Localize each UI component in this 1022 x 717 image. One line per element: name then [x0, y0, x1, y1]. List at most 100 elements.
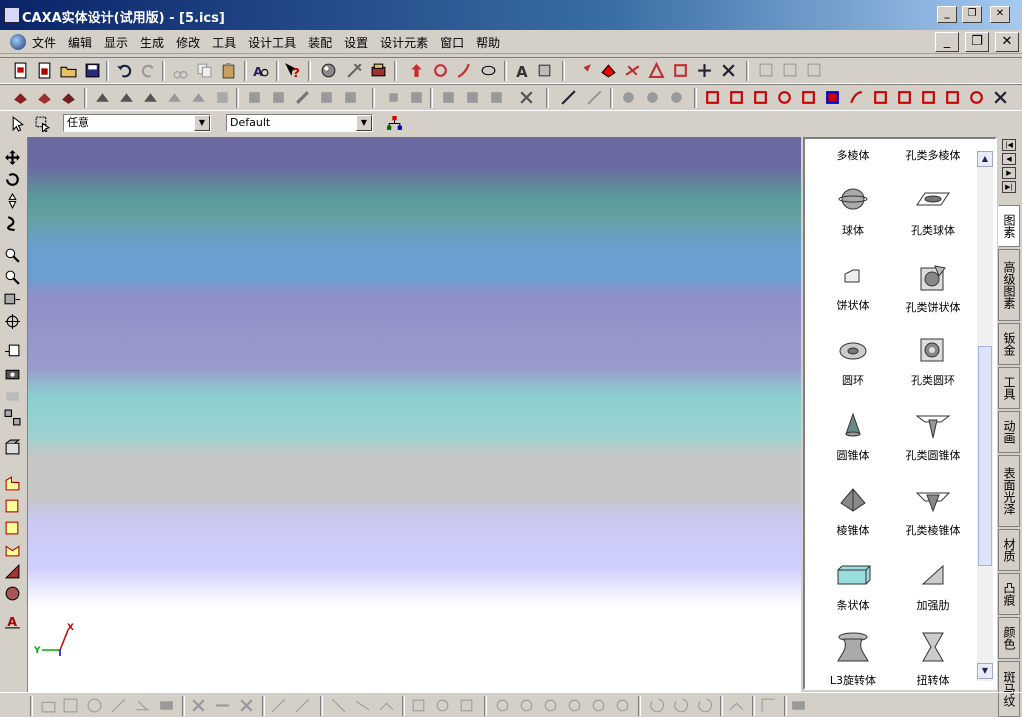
copy-icon[interactable] [196, 62, 213, 79]
new-icon[interactable] [12, 62, 29, 79]
loft-icon[interactable] [480, 62, 497, 79]
v11-icon[interactable] [944, 89, 961, 106]
block1-icon[interactable] [246, 89, 263, 106]
cut-icon[interactable] [172, 62, 189, 79]
chevron-up-icon[interactable]: ▲ [977, 151, 993, 167]
text-icon[interactable]: A [514, 62, 531, 79]
library-item-torus[interactable]: 圆环 [813, 337, 893, 388]
render-icon[interactable] [320, 62, 337, 79]
prev-tab-icon[interactable]: ◀ [1002, 153, 1016, 165]
find-icon[interactable]: A [252, 62, 269, 79]
tab-emboss[interactable]: 凸痕 [998, 573, 1020, 615]
menu-window[interactable]: 窗口 [439, 34, 465, 51]
menu-design-tools[interactable]: 设计工具 [247, 34, 297, 51]
frame3-icon[interactable] [806, 62, 823, 79]
sk4-icon[interactable] [464, 89, 481, 106]
last-tab-icon[interactable]: ▶| [1002, 181, 1016, 193]
walk-icon[interactable] [4, 193, 21, 210]
sweep-icon[interactable] [60, 89, 77, 106]
b21-icon[interactable] [566, 697, 583, 714]
library-item[interactable]: 孔类多棱体 [893, 143, 973, 163]
menu-edit[interactable]: 编辑 [67, 34, 93, 51]
zoom-all-icon[interactable] [4, 291, 21, 308]
menu-tools[interactable]: 工具 [211, 34, 237, 51]
undo-icon[interactable] [116, 62, 133, 79]
block5-icon[interactable] [342, 89, 359, 106]
fit-icon[interactable] [4, 343, 21, 360]
b9-icon[interactable] [238, 697, 255, 714]
section-icon[interactable] [4, 439, 21, 456]
redo-icon[interactable] [140, 62, 157, 79]
views-icon[interactable] [4, 409, 21, 426]
light-icon[interactable] [346, 62, 363, 79]
document-icon[interactable] [10, 34, 26, 50]
block4-icon[interactable] [318, 89, 335, 106]
library-item-hole-sphere[interactable]: 孔类球体 [893, 187, 973, 238]
frame2-icon[interactable] [782, 62, 799, 79]
library-item-hole-torus[interactable]: 孔类圆环 [893, 337, 973, 388]
block2-icon[interactable] [270, 89, 287, 106]
extrude-icon[interactable] [12, 89, 29, 106]
fly-icon[interactable] [4, 215, 21, 232]
menu-assembly[interactable]: 装配 [307, 34, 333, 51]
tab-tools[interactable]: 工具 [998, 367, 1020, 409]
face-icon[interactable] [600, 62, 617, 79]
tree-icon[interactable] [386, 115, 403, 132]
tab-material[interactable]: 材质 [998, 529, 1020, 571]
library-item-sphere[interactable]: 球体 [813, 187, 893, 238]
menu-design-elements[interactable]: 设计元素 [379, 34, 429, 51]
sheet5-icon[interactable] [190, 89, 207, 106]
menu-file[interactable]: 文件 [31, 34, 57, 51]
b20-icon[interactable] [542, 697, 559, 714]
delete-feature-icon[interactable] [720, 62, 737, 79]
b11-icon[interactable] [294, 697, 311, 714]
sheet3-icon[interactable] [142, 89, 159, 106]
measure-icon[interactable] [560, 89, 577, 106]
revolve-tool-icon[interactable] [36, 89, 53, 106]
library-item-pyramid[interactable]: 棱锥体 [813, 487, 893, 538]
edge-icon[interactable] [624, 62, 641, 79]
b18-icon[interactable] [494, 697, 511, 714]
b19-icon[interactable] [518, 697, 535, 714]
sketch5-icon[interactable] [4, 563, 21, 580]
b10-icon[interactable] [270, 697, 287, 714]
g2-icon[interactable] [644, 89, 661, 106]
v5-icon[interactable] [800, 89, 817, 106]
b4-icon[interactable] [110, 697, 127, 714]
b25-icon[interactable] [672, 697, 689, 714]
pan-icon[interactable] [4, 149, 21, 166]
v1-icon[interactable] [704, 89, 721, 106]
v10-icon[interactable] [920, 89, 937, 106]
library-item-hole-cone[interactable]: 孔类圆锥体 [893, 412, 973, 463]
tab-advanced-primitives[interactable]: 高级图素 [998, 249, 1020, 321]
library-item-bar[interactable]: 条状体 [813, 562, 893, 613]
b3-icon[interactable] [86, 697, 103, 714]
g3-icon[interactable] [668, 89, 685, 106]
b5-icon[interactable] [134, 697, 151, 714]
sketch1-icon[interactable] [4, 475, 21, 492]
sheet6-icon[interactable] [214, 89, 231, 106]
b27-icon[interactable] [728, 697, 745, 714]
menu-generate[interactable]: 生成 [139, 34, 165, 51]
text-style-icon[interactable]: A [4, 613, 21, 630]
next-tab-icon[interactable]: ▶ [1002, 167, 1016, 179]
select-arrow-icon[interactable] [10, 115, 27, 132]
chevron-down-icon[interactable]: ▼ [194, 115, 210, 131]
v3-icon[interactable] [752, 89, 769, 106]
tab-primitives[interactable]: 图素 [998, 205, 1020, 247]
camera2-icon[interactable] [4, 387, 21, 404]
b26-icon[interactable] [696, 697, 713, 714]
frame1-icon[interactable] [758, 62, 775, 79]
rotate-icon[interactable] [432, 62, 449, 79]
b16-icon[interactable] [434, 697, 451, 714]
sheet1-icon[interactable] [94, 89, 111, 106]
shell-icon[interactable] [672, 62, 689, 79]
v13-icon[interactable] [992, 89, 1009, 106]
b12-icon[interactable] [330, 697, 347, 714]
b13-icon[interactable] [354, 697, 371, 714]
b7-icon[interactable] [190, 697, 207, 714]
b14-icon[interactable] [378, 697, 395, 714]
b23-icon[interactable] [614, 697, 631, 714]
sk3-icon[interactable] [440, 89, 457, 106]
b6-icon[interactable] [158, 697, 175, 714]
